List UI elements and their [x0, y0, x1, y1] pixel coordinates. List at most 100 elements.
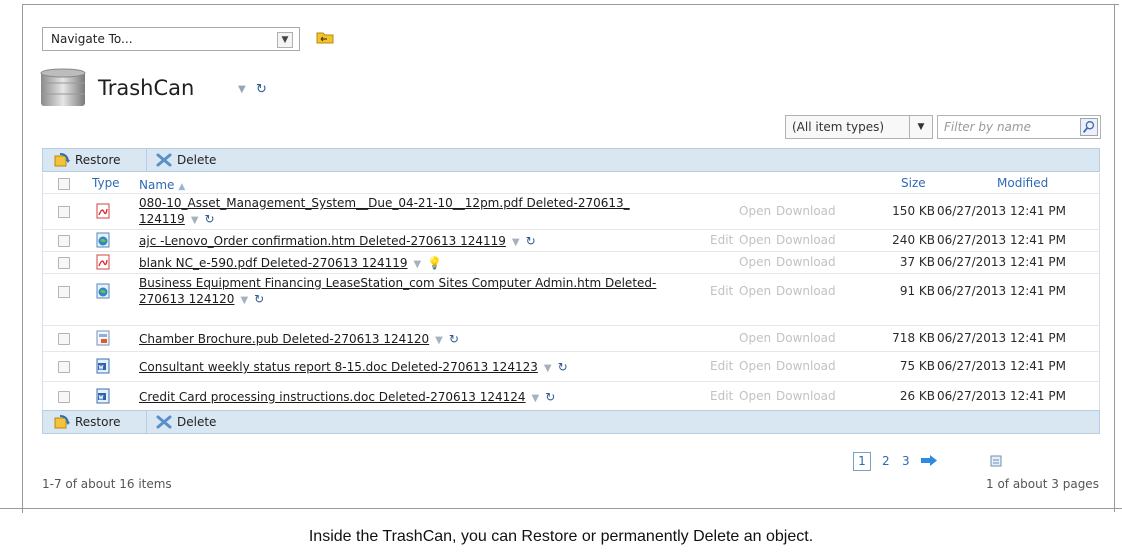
- lightbulb-icon[interactable]: 💡: [427, 256, 442, 270]
- folder-up-icon[interactable]: [316, 30, 334, 44]
- restore-button-bottom[interactable]: Restore: [47, 411, 127, 433]
- page-1-link[interactable]: 1: [853, 452, 871, 471]
- chevron-down-icon[interactable]: ▼: [544, 363, 552, 374]
- open-action-link[interactable]: Open: [739, 331, 771, 345]
- delete-button-bottom[interactable]: Delete: [149, 411, 222, 433]
- top-toolbar: Restore Delete: [42, 148, 1100, 172]
- file-name-link[interactable]: Credit Card processing instructions.doc …: [139, 389, 555, 407]
- chevron-down-icon[interactable]: ▼: [240, 295, 248, 306]
- chevron-down-icon[interactable]: ▼: [512, 237, 520, 248]
- panel-border-right: [1114, 4, 1115, 512]
- file-name-label: blank NC_e-590.pdf Deleted-270613 124119: [139, 256, 408, 270]
- download-action-link[interactable]: Download: [776, 359, 836, 373]
- download-action-link[interactable]: Download: [776, 255, 836, 269]
- table-row[interactable]: 080-10_Asset_Management_System__Due_04-2…: [43, 193, 1099, 230]
- table-row[interactable]: Business Equipment Financing LeaseStatio…: [43, 273, 1099, 310]
- page-2-link[interactable]: 2: [882, 454, 890, 468]
- refresh-icon[interactable]: ↻: [205, 212, 215, 226]
- chevron-down-icon[interactable]: ▼: [435, 335, 443, 346]
- row-checkbox[interactable]: [58, 235, 70, 247]
- refresh-icon[interactable]: ↻: [526, 234, 536, 248]
- file-name-link-continued[interactable]: 124119 ▼ ↻: [139, 211, 215, 229]
- open-action-link[interactable]: Open: [739, 359, 771, 373]
- download-action-link[interactable]: Download: [776, 233, 836, 247]
- select-all-checkbox[interactable]: [58, 178, 70, 190]
- refresh-icon[interactable]: ↻: [449, 332, 459, 346]
- row-checkbox[interactable]: [58, 257, 70, 269]
- caption: Inside the TrashCan, you can Restore or …: [308, 528, 814, 545]
- navigate-to-label: Navigate To...: [51, 32, 133, 46]
- page-list-icon[interactable]: [990, 455, 1002, 467]
- delete-label: Delete: [177, 153, 217, 167]
- table-row[interactable]: Credit Card processing instructions.doc …: [43, 381, 1099, 412]
- file-name-link[interactable]: ajc -Lenovo_Order confirmation.htm Delet…: [139, 233, 536, 251]
- chevron-down-icon[interactable]: ▼: [414, 259, 422, 270]
- download-action-link[interactable]: Download: [776, 331, 836, 345]
- row-checkbox[interactable]: [58, 391, 70, 403]
- edit-action-link[interactable]: Edit: [710, 233, 733, 247]
- modified-date: 06/27/2013 12:41 PM: [937, 233, 1066, 247]
- edit-action-link[interactable]: Edit: [710, 359, 733, 373]
- navigate-to-dropdown[interactable]: Navigate To... ▼: [42, 27, 300, 51]
- file-size: 26 KB: [899, 389, 935, 403]
- open-action-link[interactable]: Open: [739, 204, 771, 218]
- file-size: 718 KB: [892, 331, 935, 345]
- refresh-icon[interactable]: ↻: [558, 360, 568, 374]
- file-size: 150 KB: [892, 204, 935, 218]
- file-size: 91 KB: [899, 284, 935, 298]
- pages-summary: 1 of about 3 pages: [986, 477, 1099, 491]
- page-3-link[interactable]: 3: [902, 454, 910, 468]
- edit-action-link[interactable]: Edit: [710, 389, 733, 403]
- file-name-label: Consultant weekly status report 8-15.doc…: [139, 360, 538, 374]
- dropdown-arrow-icon[interactable]: ▼: [909, 116, 932, 138]
- row-checkbox[interactable]: [58, 361, 70, 373]
- refresh-icon[interactable]: ↻: [254, 292, 264, 306]
- file-name-link-continued[interactable]: 270613 124120 ▼ ↻: [139, 291, 264, 309]
- search-icon[interactable]: [1080, 118, 1098, 136]
- restore-button[interactable]: Restore: [47, 149, 127, 171]
- file-name-link[interactable]: Consultant weekly status report 8-15.doc…: [139, 359, 568, 377]
- chevron-down-icon[interactable]: ▼: [532, 393, 540, 404]
- filter-by-name-input[interactable]: Filter by name: [937, 115, 1101, 139]
- file-size: 240 KB: [892, 233, 935, 247]
- items-summary: 1-7 of about 16 items: [42, 477, 172, 491]
- row-checkbox[interactable]: [58, 206, 70, 218]
- open-action-link[interactable]: Open: [739, 284, 771, 298]
- publisher-icon: [95, 330, 111, 346]
- file-name-link[interactable]: Chamber Brochure.pub Deleted-270613 1241…: [139, 331, 459, 349]
- open-action-link[interactable]: Open: [739, 255, 771, 269]
- refresh-icon[interactable]: ↻: [545, 390, 555, 404]
- column-header-size[interactable]: Size: [901, 176, 926, 190]
- toolbar-divider: [146, 411, 147, 433]
- edit-action-link[interactable]: Edit: [710, 284, 733, 298]
- file-name-line-1: Business Equipment Financing LeaseStatio…: [139, 276, 657, 290]
- file-name-link[interactable]: Business Equipment Financing LeaseStatio…: [139, 275, 656, 291]
- dropdown-arrow-icon[interactable]: ▼: [277, 32, 293, 48]
- item-type-filter[interactable]: (All item types) ▼: [785, 115, 933, 139]
- next-page-arrow-icon[interactable]: [920, 454, 938, 467]
- open-action-link[interactable]: Open: [739, 233, 771, 247]
- delete-button[interactable]: Delete: [149, 149, 222, 171]
- file-name-link[interactable]: 080-10_Asset_Management_System__Due_04-2…: [139, 195, 630, 211]
- pdf-icon: [95, 254, 111, 270]
- column-header-name[interactable]: Name ▲: [139, 178, 185, 192]
- file-name-label: Credit Card processing instructions.doc …: [139, 390, 526, 404]
- table-row[interactable]: ajc -Lenovo_Order confirmation.htm Delet…: [43, 229, 1099, 252]
- table-row[interactable]: blank NC_e-590.pdf Deleted-270613 124119…: [43, 251, 1099, 274]
- file-name-line-1: 080-10_Asset_Management_System__Due_04-2…: [139, 196, 630, 210]
- download-action-link[interactable]: Download: [776, 284, 836, 298]
- file-name-link[interactable]: blank NC_e-590.pdf Deleted-270613 124119…: [139, 255, 442, 273]
- column-header-type[interactable]: Type: [92, 176, 120, 190]
- table-row[interactable]: Chamber Brochure.pub Deleted-270613 1241…: [43, 325, 1099, 352]
- table-row[interactable]: Consultant weekly status report 8-15.doc…: [43, 351, 1099, 382]
- refresh-icon[interactable]: ↻: [256, 82, 267, 97]
- row-checkbox[interactable]: [58, 333, 70, 345]
- file-name-line-2: 124119: [139, 212, 185, 226]
- chevron-down-icon[interactable]: ▼: [191, 215, 199, 226]
- download-action-link[interactable]: Download: [776, 204, 836, 218]
- download-action-link[interactable]: Download: [776, 389, 836, 403]
- column-header-modified[interactable]: Modified: [997, 176, 1048, 190]
- chevron-down-icon[interactable]: ▼: [238, 84, 246, 95]
- open-action-link[interactable]: Open: [739, 389, 771, 403]
- row-checkbox[interactable]: [58, 286, 70, 298]
